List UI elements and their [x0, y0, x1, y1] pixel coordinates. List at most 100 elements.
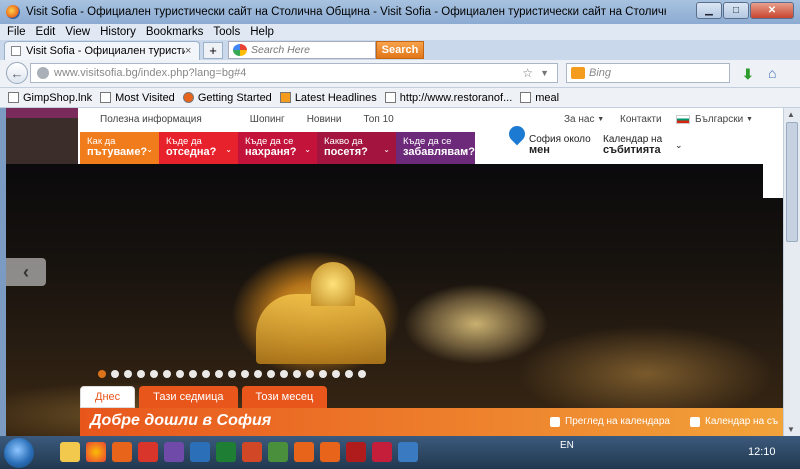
- firefox-icon[interactable]: [294, 442, 314, 462]
- slider-dot[interactable]: [267, 370, 275, 378]
- slider-dot[interactable]: [228, 370, 236, 378]
- maximize-button[interactable]: □: [723, 2, 749, 19]
- slider-dot[interactable]: [189, 370, 197, 378]
- sofia-near-me-link[interactable]: София около мен: [529, 134, 591, 156]
- link-top10[interactable]: Топ 10: [363, 114, 393, 125]
- slider-dot[interactable]: [332, 370, 340, 378]
- bookmark-meal[interactable]: meal: [520, 92, 559, 104]
- slider-dot[interactable]: [163, 370, 171, 378]
- chevron-down-icon: ▼: [597, 115, 605, 123]
- language-select[interactable]: Български ▼: [676, 114, 753, 125]
- slider-dot[interactable]: [358, 370, 366, 378]
- toolbar-search-input[interactable]: Search Here: [228, 41, 376, 59]
- slider-dot[interactable]: [150, 370, 158, 378]
- tab-visit-sofia[interactable]: Visit Sofia - Официален туристически с..…: [4, 41, 200, 60]
- slider-dot[interactable]: [111, 370, 119, 378]
- site-header: Полезна информация Шопинг Новини Топ 10 …: [78, 108, 766, 164]
- app-icon[interactable]: [190, 442, 210, 462]
- menu-item-4[interactable]: Къде да се забавлявам? ⌄: [396, 132, 475, 164]
- tab-this-week[interactable]: Тази седмица: [139, 386, 238, 408]
- slider-dot[interactable]: [124, 370, 132, 378]
- minimize-button[interactable]: ▁: [696, 2, 722, 19]
- acrobat-icon[interactable]: [346, 442, 366, 462]
- bookmark-restoranof[interactable]: http://www.restoranof...: [384, 92, 512, 104]
- url-dropdown-icon[interactable]: ▼: [540, 68, 549, 78]
- bookmark-label: Latest Headlines: [294, 91, 377, 104]
- bookmark-gimpshop[interactable]: GimpShop.lnk: [8, 92, 92, 104]
- firefox-icon[interactable]: [112, 442, 132, 462]
- link-news[interactable]: Новини: [307, 114, 342, 125]
- start-button[interactable]: [4, 438, 34, 468]
- slider-dot[interactable]: [306, 370, 314, 378]
- slider-dot[interactable]: [254, 370, 262, 378]
- about-label: За нас: [564, 113, 595, 125]
- bookmark-getting-started[interactable]: Getting Started: [182, 92, 272, 104]
- back-button[interactable]: ←: [6, 62, 28, 84]
- page-scrollbar[interactable]: ▲ ▼: [783, 108, 800, 436]
- menu-item-0[interactable]: Как да пътуваме? ⌄: [80, 132, 159, 164]
- close-button[interactable]: ✕: [750, 2, 794, 19]
- menu-help[interactable]: Help: [250, 26, 274, 38]
- clock[interactable]: 12:10: [748, 446, 776, 458]
- bing-icon: [571, 67, 585, 79]
- new-tab-button[interactable]: +: [203, 42, 223, 59]
- app-icon[interactable]: [164, 442, 184, 462]
- tab-close-icon[interactable]: ×: [185, 45, 199, 57]
- slider-dot[interactable]: [202, 370, 210, 378]
- tab-this-month[interactable]: Този месец: [241, 386, 328, 408]
- bookmark-star-icon[interactable]: ☆: [522, 66, 533, 80]
- menu-file[interactable]: File: [7, 26, 26, 38]
- menu-bookmarks[interactable]: Bookmarks: [146, 26, 204, 38]
- tab-bar: Visit Sofia - Официален туристически с..…: [0, 40, 800, 60]
- mcafee-icon[interactable]: [372, 442, 392, 462]
- search-button[interactable]: Search: [376, 41, 424, 59]
- chevron-down-icon: ▼: [745, 115, 753, 123]
- app-icon[interactable]: [268, 442, 288, 462]
- bookmark-latest-headlines[interactable]: Latest Headlines: [279, 91, 377, 104]
- link-shopping[interactable]: Шопинг: [250, 114, 285, 125]
- slider-dot[interactable]: [280, 370, 288, 378]
- menu-item-1[interactable]: Къде да отседна? ⌄: [159, 132, 238, 164]
- bulgarian-flag-icon: [676, 114, 690, 124]
- scroll-up-icon[interactable]: ▲: [787, 110, 795, 119]
- language-indicator[interactable]: EN: [560, 440, 574, 451]
- calendar-view-link[interactable]: Преглед на календара: [550, 416, 670, 427]
- chrome-icon[interactable]: [86, 442, 106, 462]
- url-bar[interactable]: www.visitsofia.bg/index.php?lang=bg#4 ☆ …: [30, 63, 558, 83]
- menu-history[interactable]: History: [100, 26, 136, 38]
- menu-edit[interactable]: Edit: [36, 26, 56, 38]
- menu-item-3[interactable]: Какво да посетя? ⌄: [317, 132, 396, 164]
- page-icon: [384, 92, 396, 103]
- link-about[interactable]: За нас ▼: [564, 114, 604, 125]
- flash-icon[interactable]: [138, 442, 158, 462]
- scroll-thumb[interactable]: [786, 122, 798, 242]
- slider-dot[interactable]: [98, 370, 106, 378]
- calendar-download-link[interactable]: Календар на съ: [690, 416, 778, 427]
- slider-dot[interactable]: [215, 370, 223, 378]
- menu-view[interactable]: View: [65, 26, 90, 38]
- menu-tools[interactable]: Tools: [213, 26, 240, 38]
- slider-dot[interactable]: [137, 370, 145, 378]
- skype-icon[interactable]: [398, 442, 418, 462]
- bookmark-most-visited[interactable]: Most Visited: [100, 92, 175, 104]
- tab-title: Visit Sofia - Официален туристически с..…: [26, 45, 185, 57]
- excel-icon[interactable]: [216, 442, 236, 462]
- events-calendar-link[interactable]: Календар на събитията ⌄: [603, 134, 683, 156]
- link-useful-info[interactable]: Полезна информация: [100, 114, 202, 125]
- tab-today[interactable]: Днес: [80, 386, 136, 408]
- link-contacts[interactable]: Контакти: [620, 114, 662, 125]
- powerpoint-icon[interactable]: [242, 442, 262, 462]
- explorer-icon[interactable]: [60, 442, 80, 462]
- scroll-down-icon[interactable]: ▼: [787, 425, 795, 434]
- menu-item-2[interactable]: Къде да се нахраня? ⌄: [238, 132, 317, 164]
- slider-dot[interactable]: [345, 370, 353, 378]
- firefox-icon[interactable]: [320, 442, 340, 462]
- bing-search-input[interactable]: Bing: [566, 63, 730, 83]
- slider-dot[interactable]: [319, 370, 327, 378]
- slider-prev-button[interactable]: ‹: [6, 258, 46, 286]
- slider-dot[interactable]: [176, 370, 184, 378]
- home-icon[interactable]: ⌂: [768, 65, 776, 81]
- slider-dot[interactable]: [293, 370, 301, 378]
- slider-dot[interactable]: [241, 370, 249, 378]
- download-icon[interactable]: ⬇: [742, 66, 754, 83]
